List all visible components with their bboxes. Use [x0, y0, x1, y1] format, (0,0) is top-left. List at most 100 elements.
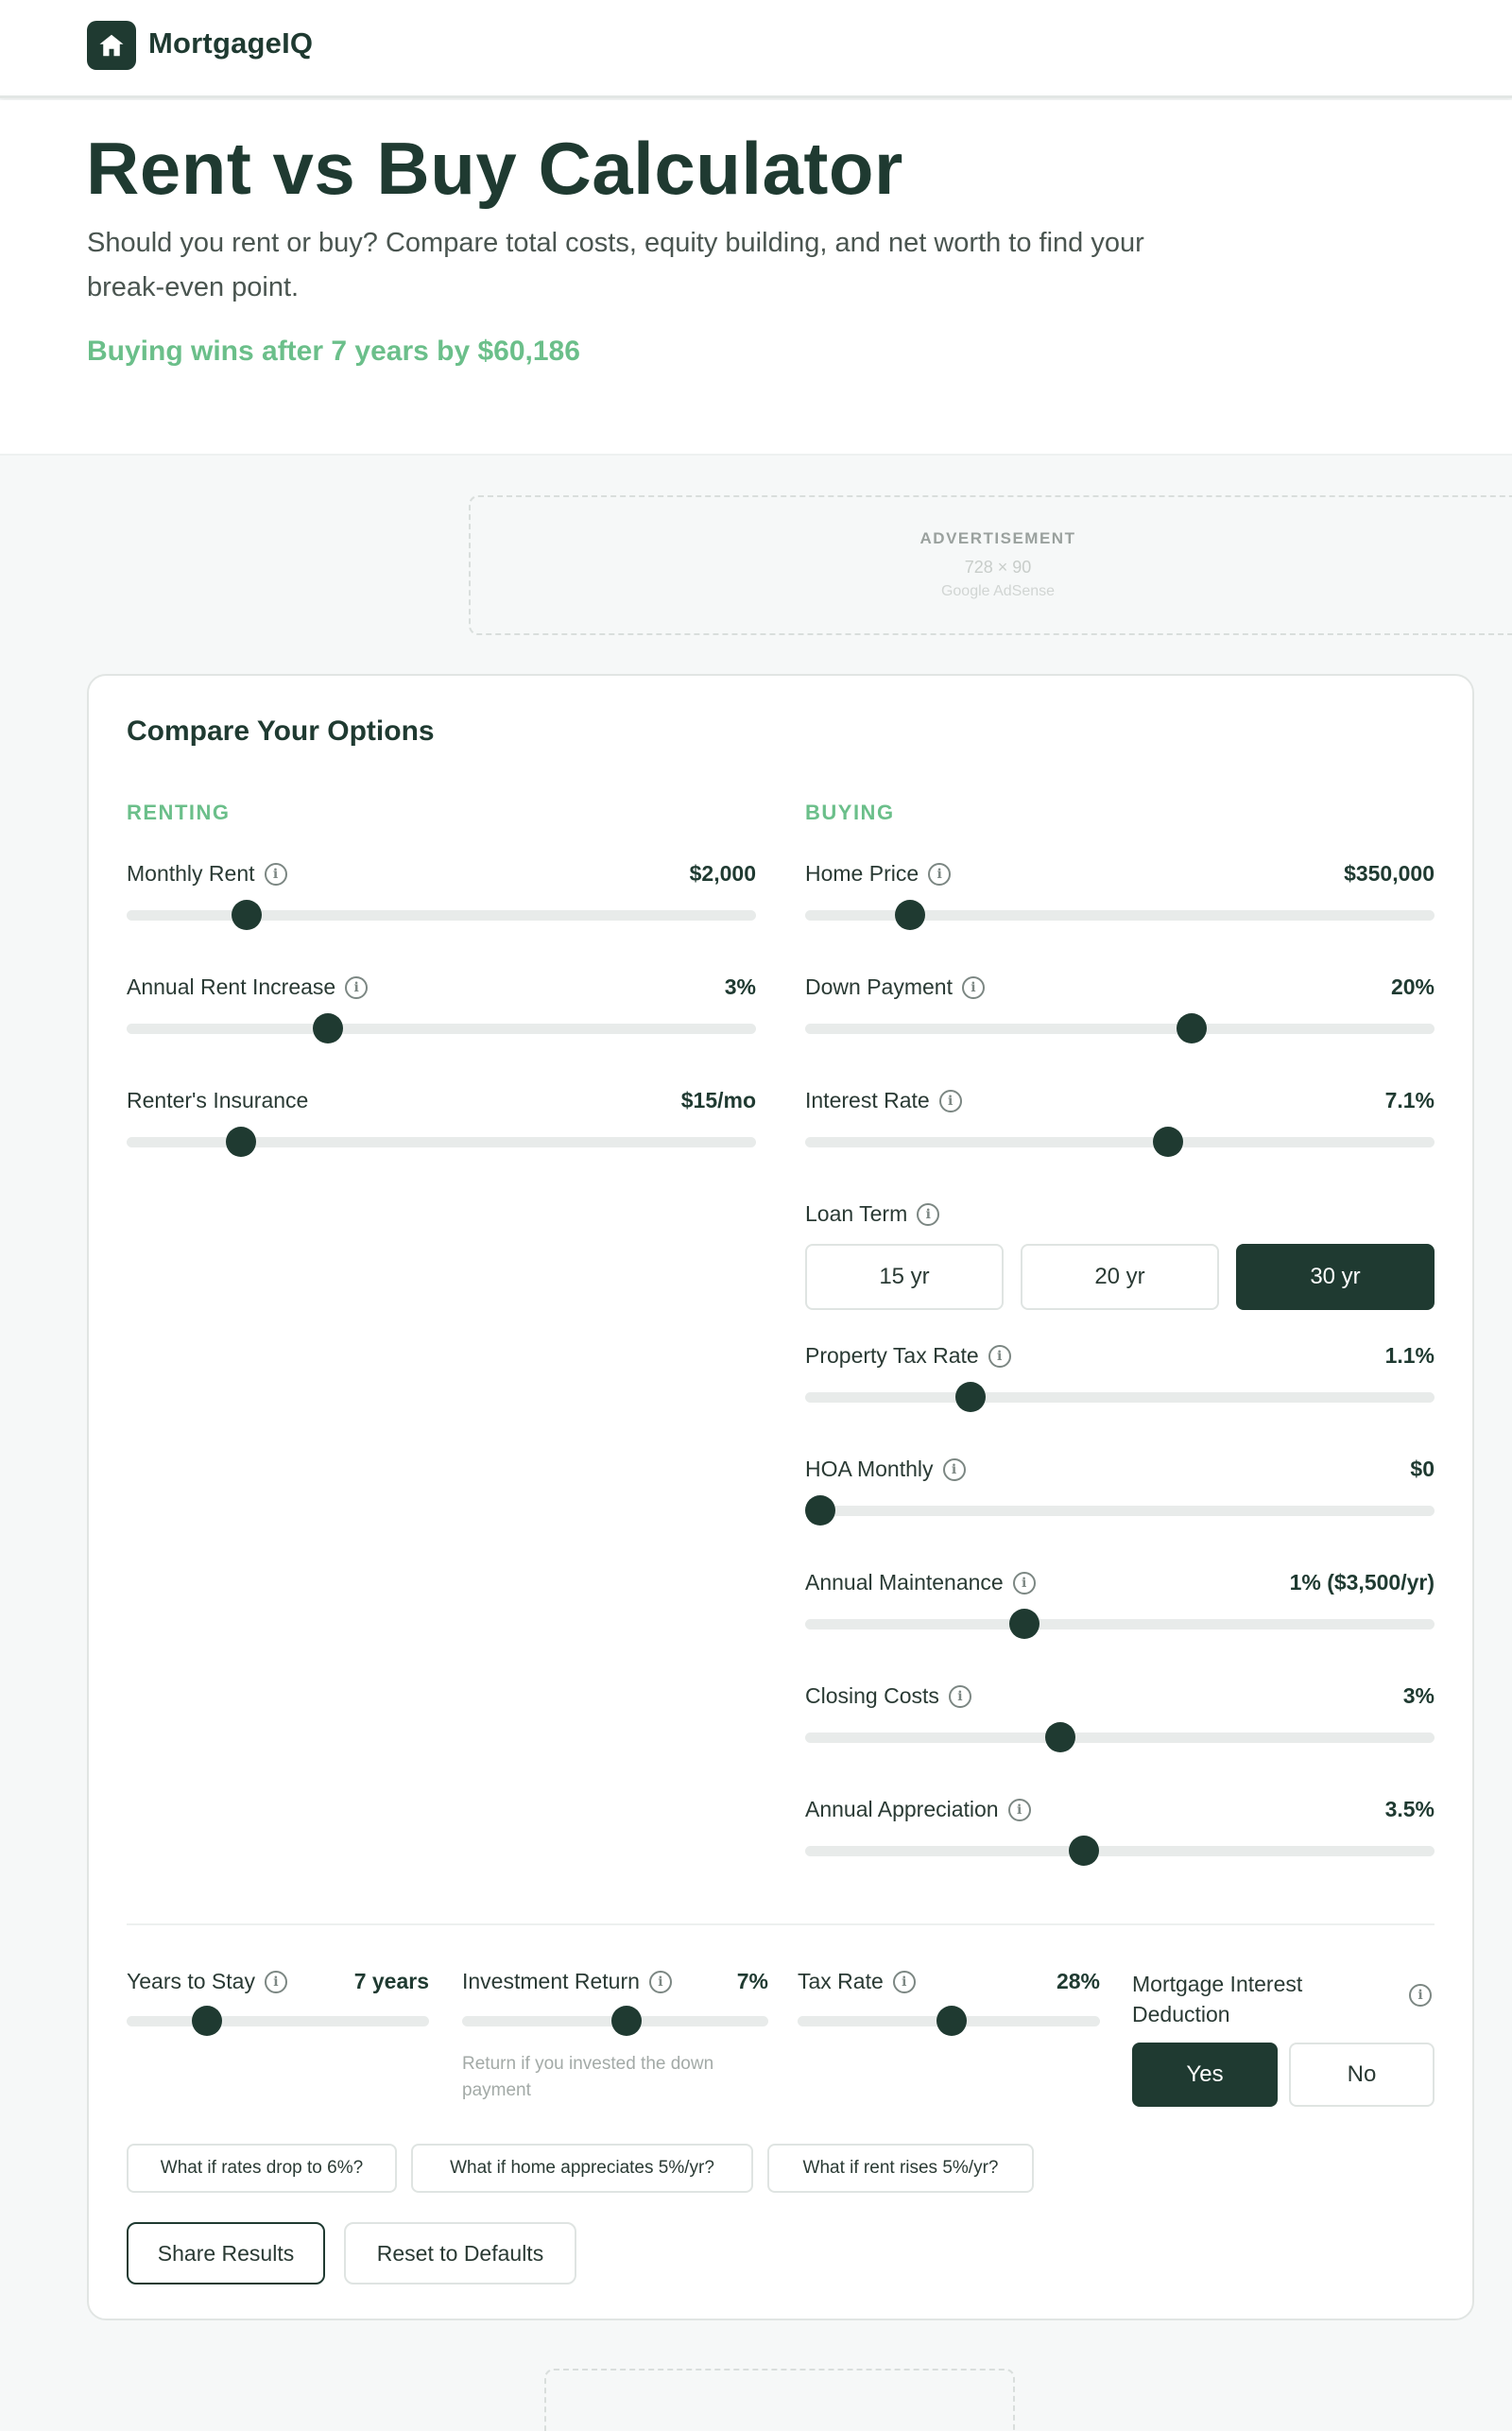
property-tax-slider[interactable]: [805, 1382, 1435, 1412]
field-label: Annual Appreciation: [805, 1797, 999, 1821]
field-label: Home Price: [805, 861, 919, 886]
page-title: Rent vs Buy Calculator: [86, 127, 903, 210]
investment-return-note: Return if you invested the down payment: [462, 2054, 714, 2100]
reset-defaults-button[interactable]: Reset to Defaults: [344, 2222, 576, 2284]
field-value: $2,000: [689, 861, 756, 886]
deduction-no-button[interactable]: No: [1289, 2043, 1435, 2107]
ad-size: 728 × 90: [964, 558, 1032, 577]
field-label: Property Tax Rate: [805, 1343, 979, 1368]
closing-costs-slider[interactable]: [805, 1722, 1435, 1752]
slider-thumb[interactable]: [1008, 1609, 1040, 1639]
tax-rate-slider[interactable]: [798, 2006, 1100, 2036]
ad-provider: Google AdSense: [940, 583, 1056, 599]
slider-thumb[interactable]: [954, 1382, 986, 1412]
field-label: Interest Rate: [805, 1088, 930, 1112]
ad-banner: ADVERTISEMENT 728 × 90 Google AdSense: [469, 495, 1512, 635]
info-icon[interactable]: i: [961, 975, 985, 999]
closing-costs-field: Closing Costs i 3%: [805, 1683, 1435, 1759]
hero-section: Rent vs Buy Calculator Should you rent o…: [0, 100, 1512, 456]
info-icon[interactable]: i: [938, 1089, 962, 1112]
calculator-card: Compare Your Options RENTING BUYING Mont…: [87, 674, 1474, 2320]
field-value: $0: [1410, 1457, 1435, 1481]
scenario-chip-rates-drop[interactable]: What if rates drop to 6%?: [127, 2144, 397, 2193]
slider-thumb[interactable]: [225, 1127, 256, 1157]
info-icon[interactable]: i: [892, 1970, 916, 1993]
renters-insurance-slider[interactable]: [127, 1127, 756, 1157]
slider-thumb[interactable]: [895, 900, 926, 930]
info-icon[interactable]: i: [1007, 1798, 1031, 1821]
field-label: Renter's Insurance: [127, 1088, 309, 1112]
slider-thumb[interactable]: [936, 2006, 967, 2036]
info-icon[interactable]: i: [264, 1970, 287, 1993]
field-value: 3%: [724, 974, 756, 999]
field-value: 20%: [1390, 974, 1435, 999]
down-payment-slider[interactable]: [805, 1013, 1435, 1043]
slider-thumb[interactable]: [1044, 1722, 1075, 1752]
renting-section-label: RENTING: [127, 801, 231, 824]
info-icon[interactable]: i: [948, 1684, 971, 1708]
annual-appreciation-slider[interactable]: [805, 1836, 1435, 1866]
field-value: 3%: [1402, 1683, 1435, 1708]
annual-rent-increase-slider[interactable]: [127, 1013, 756, 1043]
annual-rent-increase-field: Annual Rent Increase i 3%: [127, 974, 756, 1050]
deduction-yes-button[interactable]: Yes: [1132, 2043, 1278, 2107]
info-icon[interactable]: i: [1012, 1571, 1036, 1595]
ad-label: ADVERTISEMENT: [919, 529, 1076, 547]
hoa-monthly-slider[interactable]: [805, 1495, 1435, 1526]
scenario-chip-rent-rises[interactable]: What if rent rises 5%/yr?: [767, 2144, 1034, 2193]
slider-thumb[interactable]: [1177, 1013, 1208, 1043]
property-tax-field: Property Tax Rate i 1.1%: [805, 1343, 1435, 1419]
slider-thumb[interactable]: [610, 2006, 642, 2036]
loan-term-15-button[interactable]: 15 yr: [805, 1244, 1004, 1310]
scenario-chip-home-appreciates[interactable]: What if home appreciates 5%/yr?: [411, 2144, 753, 2193]
investment-return-slider[interactable]: [462, 2006, 768, 2036]
info-icon[interactable]: i: [345, 975, 369, 999]
share-results-button[interactable]: Share Results: [127, 2222, 325, 2284]
field-value: 7 years: [353, 1969, 429, 1993]
info-icon[interactable]: i: [648, 1970, 672, 1993]
investment-return-field: Investment Return i 7%: [462, 1969, 768, 2036]
info-icon[interactable]: i: [1409, 1984, 1432, 2007]
field-label: Loan Term: [805, 1201, 908, 1226]
field-label: Down Payment: [805, 974, 953, 999]
field-label: Annual Maintenance: [805, 1570, 1004, 1595]
loan-term-30-button[interactable]: 30 yr: [1236, 1244, 1435, 1310]
buying-section-label: BUYING: [805, 801, 895, 824]
interest-rate-slider[interactable]: [805, 1127, 1435, 1157]
info-icon[interactable]: i: [264, 862, 287, 886]
slider-thumb[interactable]: [231, 900, 262, 930]
page-subtitle: Should you rent or buy? Compare total co…: [87, 228, 1144, 302]
info-icon[interactable]: i: [928, 862, 952, 886]
loan-term-field: Loan Term i: [805, 1201, 1435, 1230]
info-icon[interactable]: i: [917, 1202, 940, 1226]
field-value: $350,000: [1344, 861, 1435, 886]
monthly-rent-slider[interactable]: [127, 900, 756, 930]
home-price-field: Home Price i $350,000: [805, 861, 1435, 937]
mortgage-interest-deduction-label: Mortgage Interest Deduction: [1132, 1972, 1303, 2026]
verdict-text: Buying wins after 7 years by $60,186: [87, 336, 580, 367]
slider-thumb[interactable]: [312, 1013, 343, 1043]
field-value: 28%: [1056, 1969, 1100, 1993]
slider-thumb[interactable]: [1152, 1127, 1183, 1157]
tax-rate-field: Tax Rate i 28%: [798, 1969, 1100, 2036]
top-navbar: MortgageIQ: [0, 0, 1512, 98]
annual-maintenance-field: Annual Maintenance i 1% ($3,500/yr): [805, 1570, 1435, 1646]
home-price-slider[interactable]: [805, 900, 1435, 930]
brand-name[interactable]: MortgageIQ: [148, 26, 313, 60]
slider-thumb[interactable]: [192, 2006, 223, 2036]
years-to-stay-slider[interactable]: [127, 2006, 429, 2036]
field-value: 7%: [736, 1969, 768, 1993]
field-label: Monthly Rent: [127, 861, 255, 886]
annual-maintenance-slider[interactable]: [805, 1609, 1435, 1639]
renters-insurance-field: Renter's Insurance $15/mo: [127, 1088, 756, 1164]
info-icon[interactable]: i: [942, 1457, 966, 1481]
field-value: 7.1%: [1384, 1088, 1435, 1112]
loan-term-20-button[interactable]: 20 yr: [1021, 1244, 1219, 1310]
home-icon[interactable]: [87, 21, 136, 70]
annual-appreciation-field: Annual Appreciation i 3.5%: [805, 1797, 1435, 1872]
field-label: HOA Monthly: [805, 1457, 934, 1481]
slider-thumb[interactable]: [1068, 1836, 1099, 1866]
slider-thumb[interactable]: [805, 1495, 835, 1526]
hoa-monthly-field: HOA Monthly i $0: [805, 1457, 1435, 1532]
info-icon[interactable]: i: [988, 1344, 1011, 1368]
